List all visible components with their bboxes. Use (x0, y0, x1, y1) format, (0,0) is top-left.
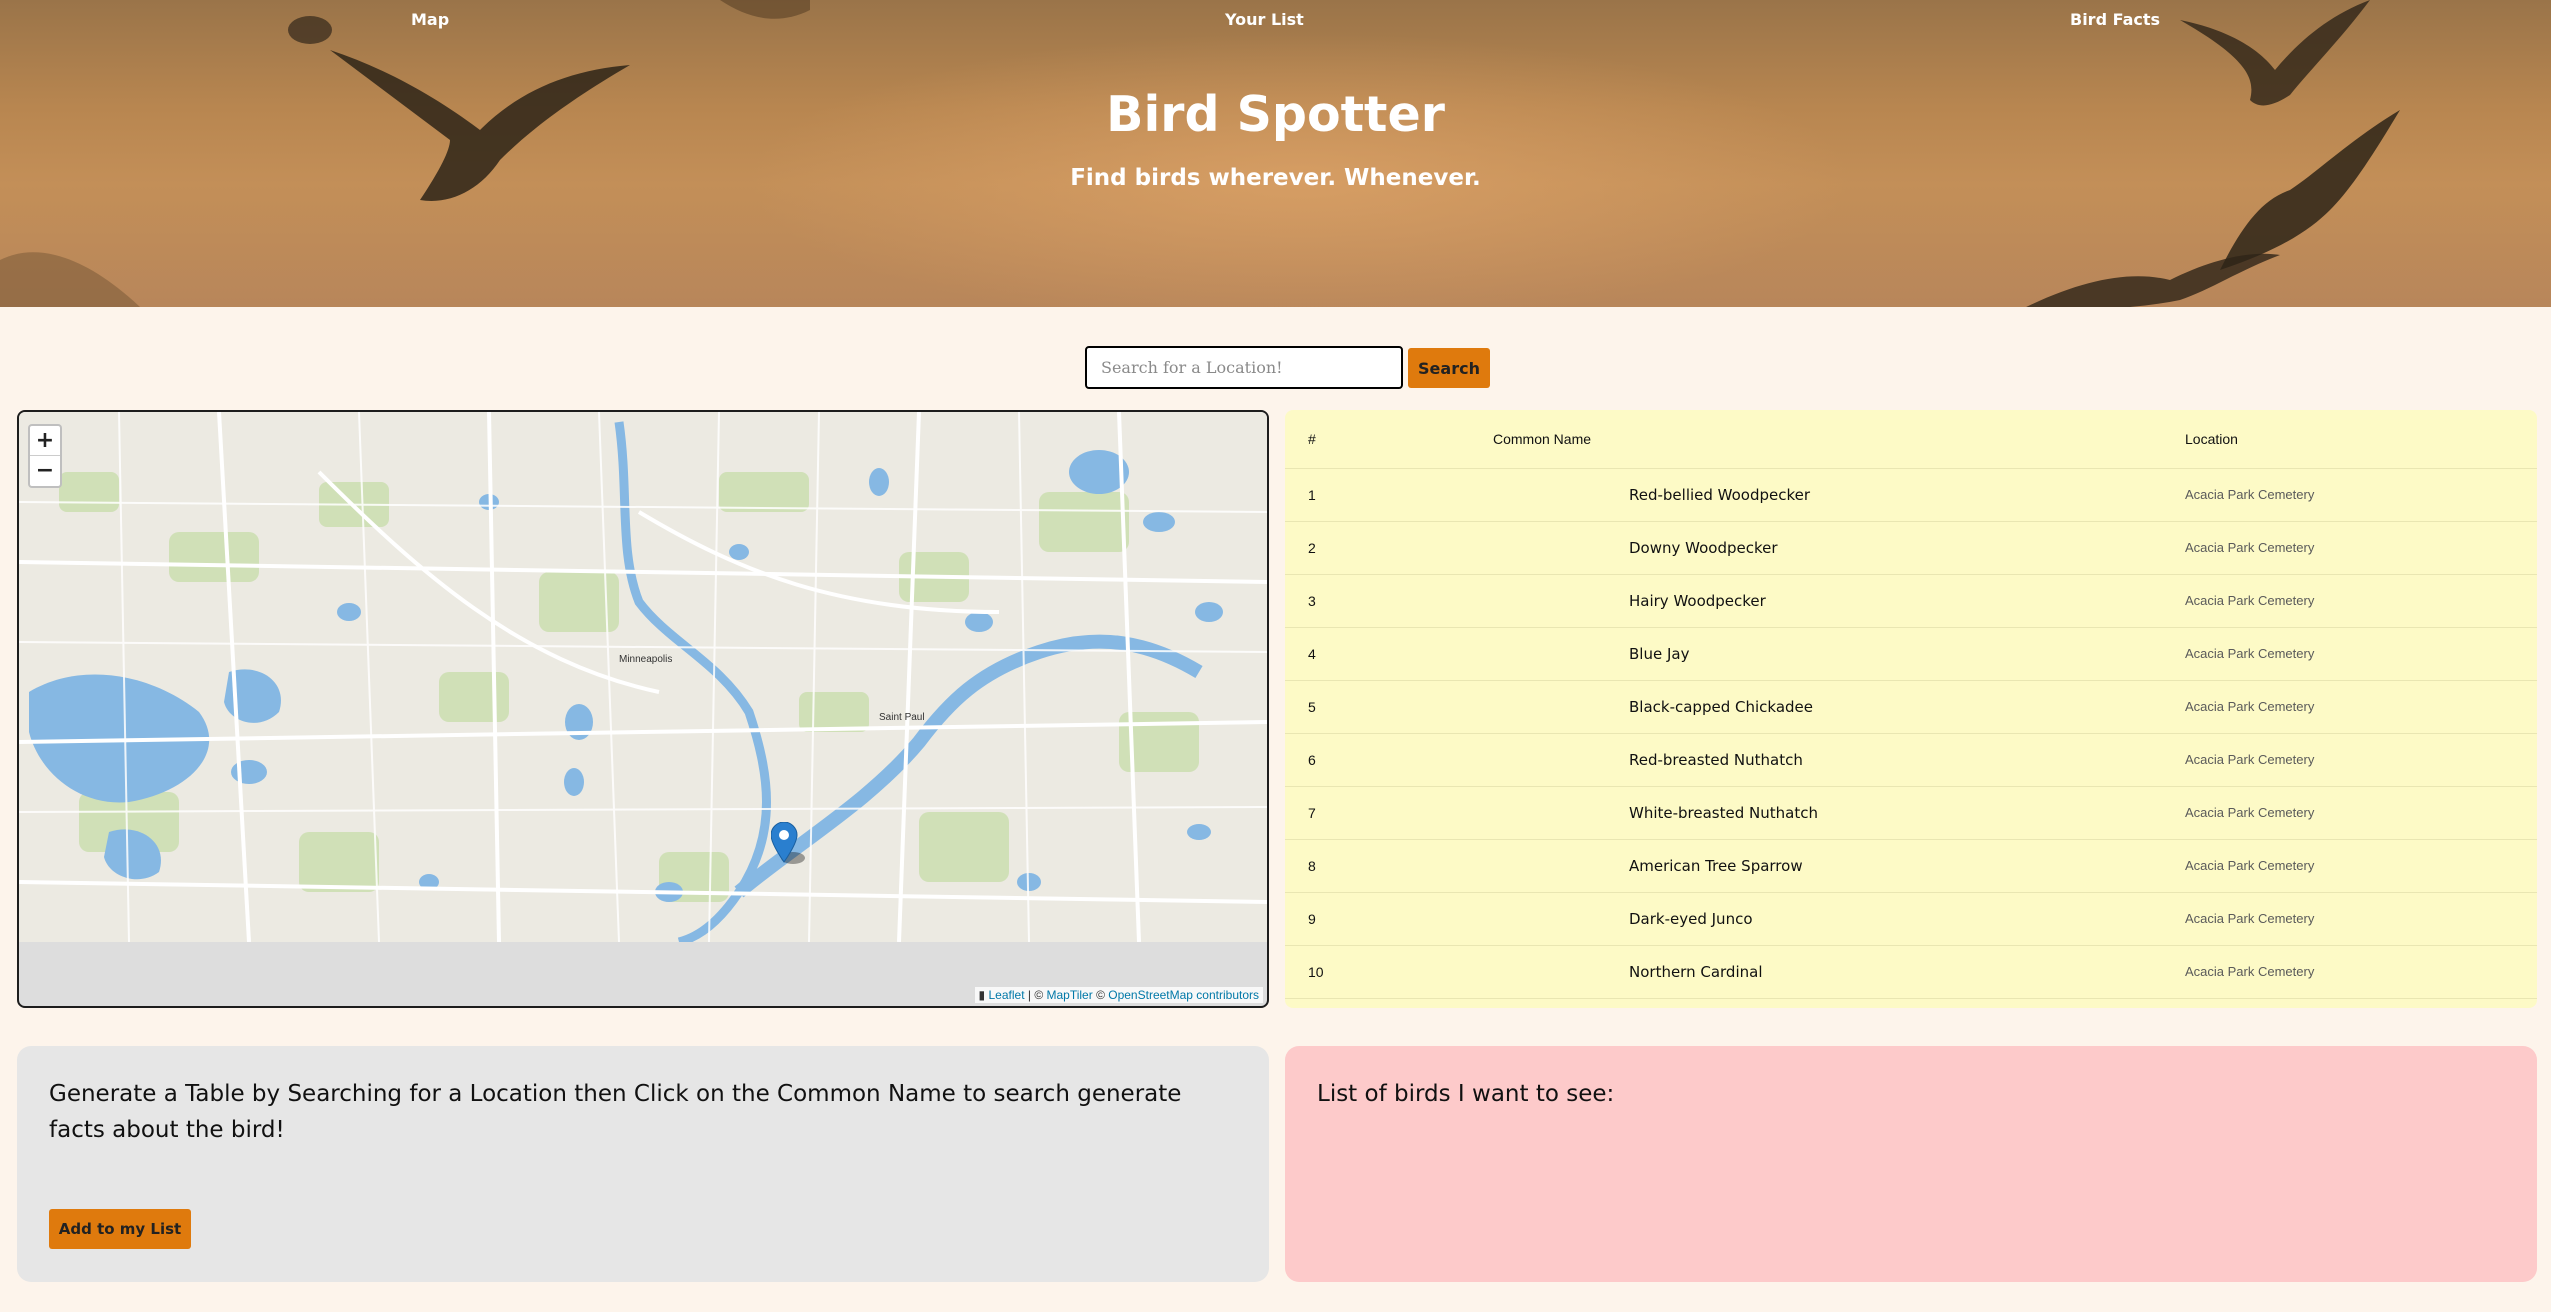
map-label-minneapolis: Minneapolis (619, 654, 672, 665)
bird-silhouette-icon (0, 252, 140, 307)
table-row: 6 Red-breasted Nuthatch Acacia Park Ceme… (1285, 733, 2537, 787)
bird-common-name[interactable]: Red-bellied Woodpecker (1445, 468, 2185, 522)
page-title: Bird Spotter (1106, 86, 1445, 143)
add-to-list-button[interactable]: Add to my List (49, 1209, 191, 1249)
row-number: 9 (1285, 892, 1445, 946)
table-row: 8 American Tree Sparrow Acacia Park Ceme… (1285, 839, 2537, 893)
table-row: 2 Downy Woodpecker Acacia Park Cemetery (1285, 521, 2537, 575)
table-row: 10 Northern Cardinal Acacia Park Cemeter… (1285, 945, 2537, 999)
leaflet-flag-icon: ▮ (978, 988, 986, 1002)
bird-common-name[interactable]: Northern Cardinal (1445, 945, 2185, 999)
row-number: 10 (1285, 945, 1445, 999)
row-number: 6 (1285, 733, 1445, 787)
bird-common-name[interactable]: White-breasted Nuthatch (1445, 786, 2185, 840)
bird-silhouette-icon (288, 16, 332, 44)
row-number: 8 (1285, 839, 1445, 893)
nav-bird-facts-link[interactable]: Bird Facts (2070, 10, 2160, 29)
bird-location: Acacia Park Cemetery (2185, 892, 2537, 946)
info-panel: Generate a Table by Searching for a Loca… (17, 1046, 1269, 1282)
search-input[interactable] (1085, 346, 1403, 389)
row-number: 4 (1285, 627, 1445, 681)
bird-location: Acacia Park Cemetery (2185, 574, 2537, 628)
row-number: 1 (1285, 468, 1445, 522)
map-tiles[interactable]: Minneapolis Saint Paul (19, 412, 1267, 942)
header-common-name: Common Name (1445, 410, 2185, 469)
wish-list-panel: List of birds I want to see: (1285, 1046, 2537, 1282)
table-row: 7 White-breasted Nuthatch Acacia Park Ce… (1285, 786, 2537, 840)
bird-location: Acacia Park Cemetery (2185, 945, 2537, 999)
table-header-row: # Common Name Location (1285, 410, 2537, 469)
bird-location: Acacia Park Cemetery (2185, 839, 2537, 893)
info-text: Generate a Table by Searching for a Loca… (49, 1081, 1182, 1143)
row-number: 5 (1285, 680, 1445, 734)
hero-glow (700, 20, 1900, 307)
wish-list-title: List of birds I want to see: (1317, 1081, 1615, 1107)
row-number: 2 (1285, 521, 1445, 575)
map-label-saint-paul: Saint Paul (879, 712, 925, 723)
header-location: Location (2185, 410, 2537, 469)
bird-common-name[interactable]: Black-capped Chickadee (1445, 680, 2185, 734)
bird-location: Acacia Park Cemetery (2185, 521, 2537, 575)
map-container[interactable]: Minneapolis Saint Paul + − ▮ Leaflet | ©… (17, 410, 1269, 1008)
row-number: 7 (1285, 786, 1445, 840)
map-canvas: Minneapolis Saint Paul (19, 412, 1267, 942)
header-number: # (1285, 410, 1445, 469)
bird-location: Acacia Park Cemetery (2185, 680, 2537, 734)
bird-common-name[interactable]: American Tree Sparrow (1445, 839, 2185, 893)
bird-location: Acacia Park Cemetery (2185, 786, 2537, 840)
table-row: 3 Hairy Woodpecker Acacia Park Cemetery (1285, 574, 2537, 628)
bird-common-name[interactable]: Blue Jay (1445, 627, 2185, 681)
hero-banner: Map Your List Bird Facts Bird Spotter Fi… (0, 0, 2551, 307)
bird-common-name[interactable]: Downy Woodpecker (1445, 521, 2185, 575)
bird-silhouette-icon (2026, 253, 2280, 307)
bird-common-name[interactable]: Hairy Woodpecker (1445, 574, 2185, 628)
leaflet-link[interactable]: Leaflet (989, 988, 1025, 1002)
bird-common-name[interactable]: Red-breasted Nuthatch (1445, 733, 2185, 787)
bird-table-panel: # Common Name Location 1 Red-bellied Woo… (1285, 410, 2537, 1008)
map-marker-icon[interactable] (771, 822, 817, 866)
zoom-in-button[interactable]: + (30, 426, 60, 456)
table-row: 5 Black-capped Chickadee Acacia Park Cem… (1285, 680, 2537, 734)
bird-location: Acacia Park Cemetery (2185, 733, 2537, 787)
page-subtitle: Find birds wherever. Whenever. (1070, 165, 1481, 191)
maptiler-link[interactable]: MapTiler (1047, 988, 1093, 1002)
bird-common-name[interactable]: Dark-eyed Junco (1445, 892, 2185, 946)
search-button[interactable]: Search (1408, 348, 1490, 388)
table-row: 4 Blue Jay Acacia Park Cemetery (1285, 627, 2537, 681)
bird-silhouette-icon (720, 0, 810, 19)
row-number: 3 (1285, 574, 1445, 628)
zoom-control: + − (28, 424, 62, 488)
bird-location: Acacia Park Cemetery (2185, 468, 2537, 522)
map-attribution: ▮ Leaflet | © MapTiler © OpenStreetMap c… (974, 987, 1263, 1003)
table-row: 9 Dark-eyed Junco Acacia Park Cemetery (1285, 892, 2537, 946)
nav-map-link[interactable]: Map (411, 10, 449, 29)
osm-link[interactable]: OpenStreetMap contributors (1108, 988, 1259, 1002)
bird-location: Acacia Park Cemetery (2185, 627, 2537, 681)
bird-table: # Common Name Location 1 Red-bellied Woo… (1285, 410, 2537, 999)
zoom-out-button[interactable]: − (30, 456, 60, 486)
table-row: 1 Red-bellied Woodpecker Acacia Park Cem… (1285, 468, 2537, 522)
nav-your-list-link[interactable]: Your List (1225, 10, 1304, 29)
